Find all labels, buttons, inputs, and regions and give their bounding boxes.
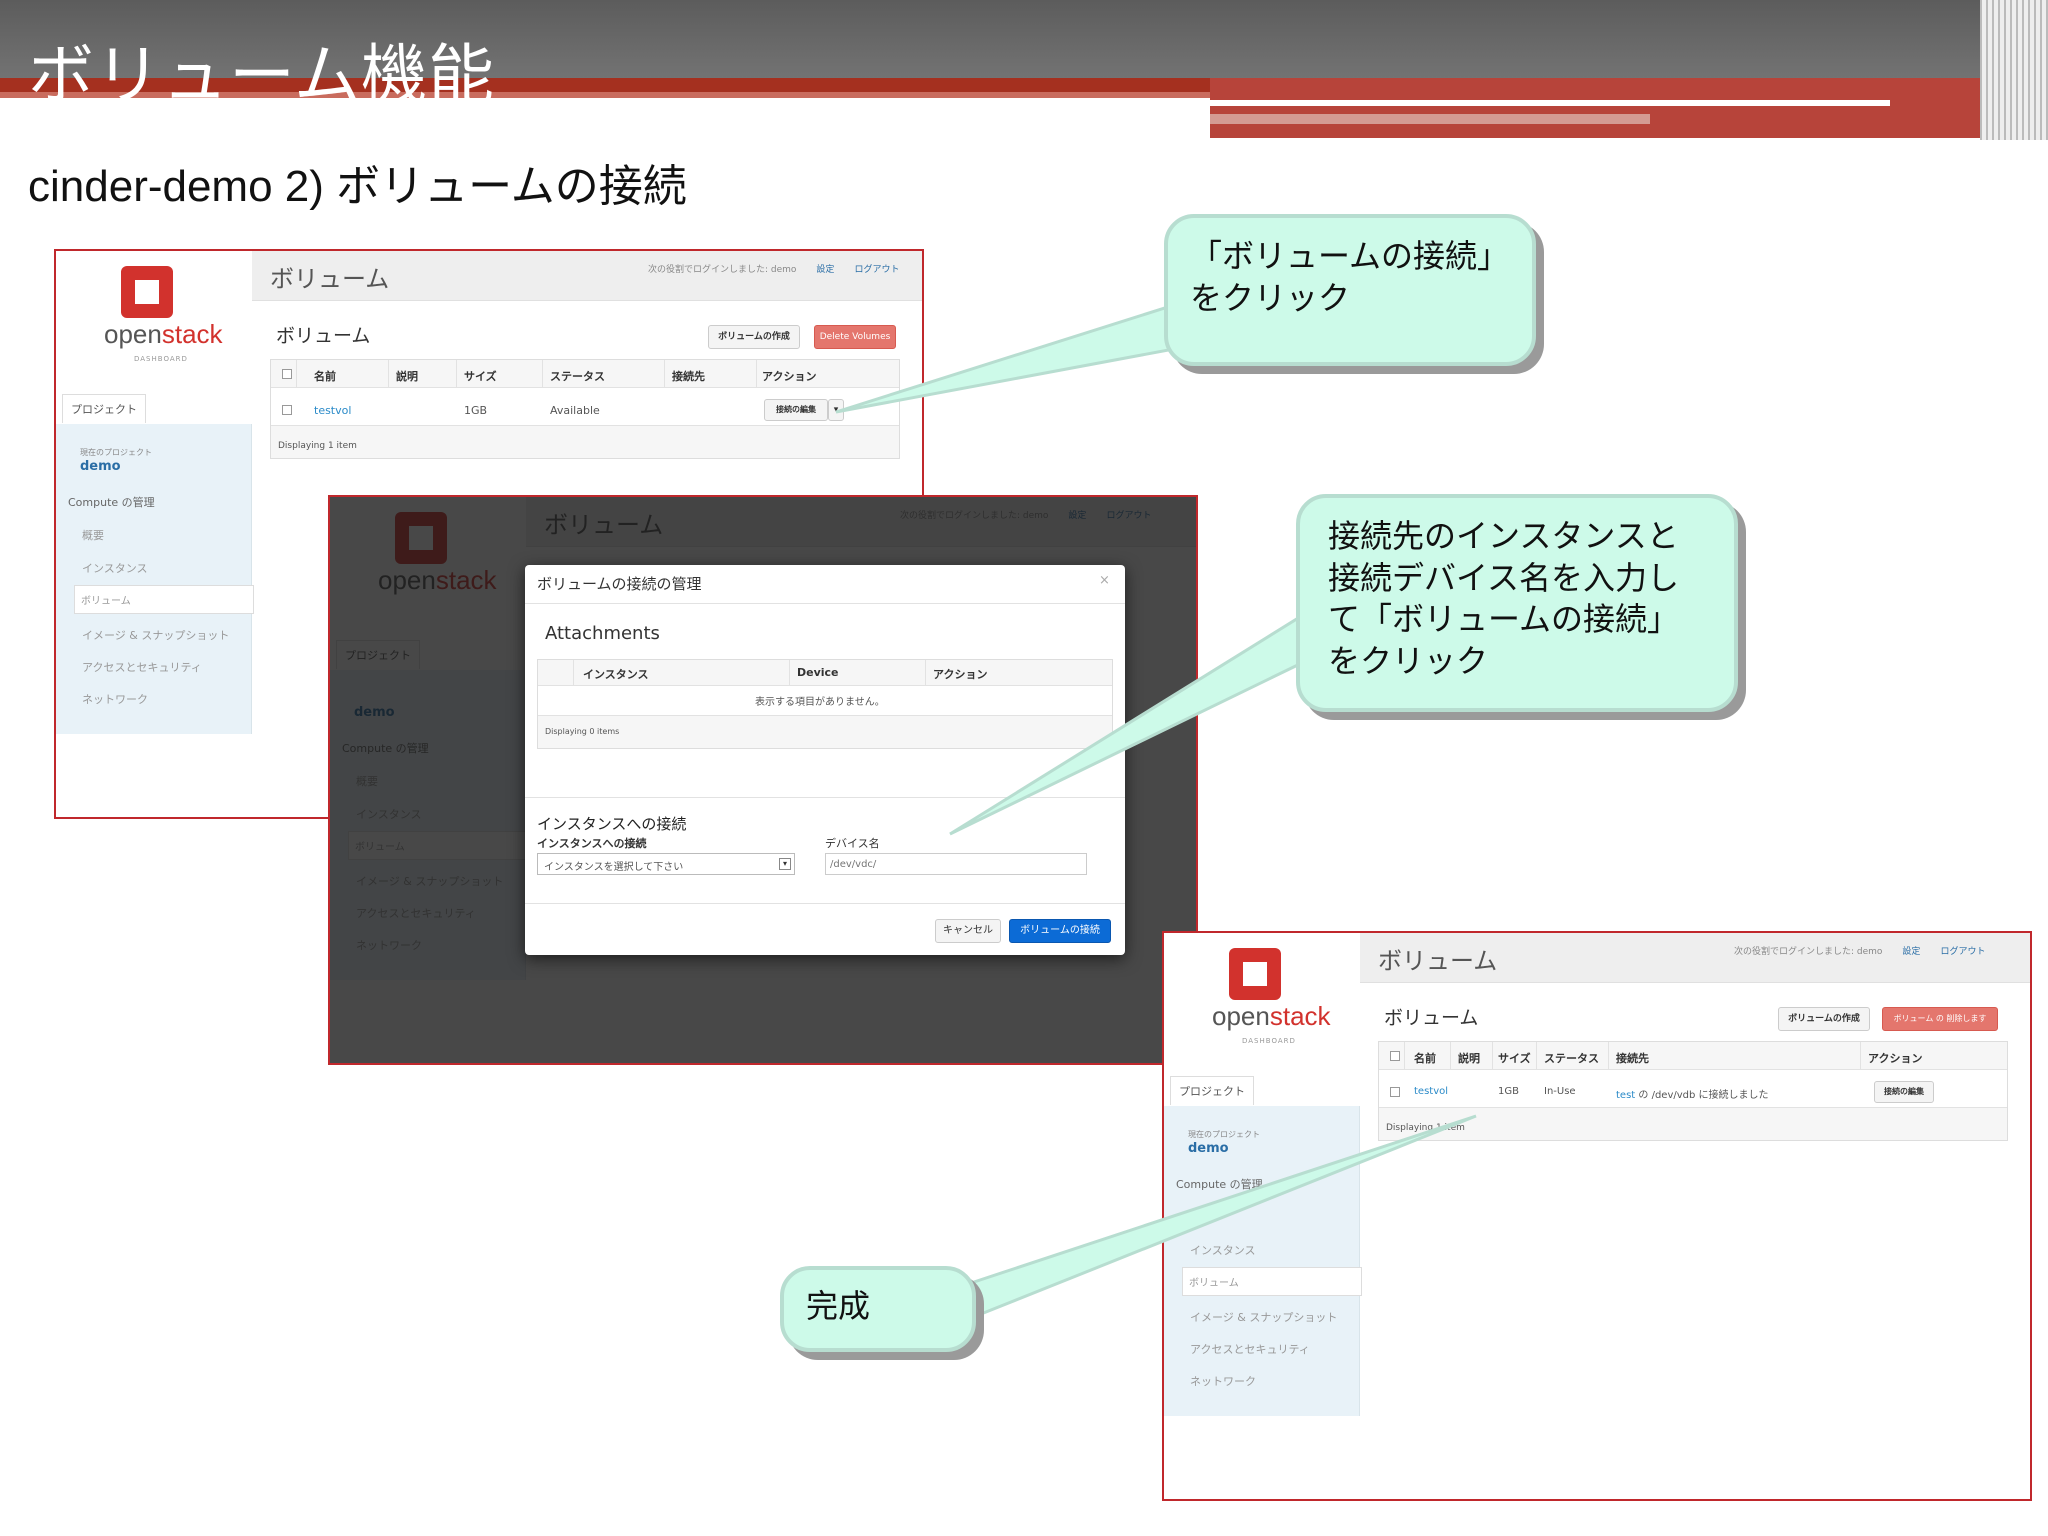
callout-click-attach: 「ボリュームの接続」をクリック: [1164, 214, 1536, 366]
callout-1-text: 「ボリュームの接続」をクリック: [1190, 237, 1510, 317]
callout-3-text: 完成: [806, 1287, 871, 1325]
callout-tails: [835, 297, 1477, 1319]
callout-enter-instance-device: 接続先のインスタンスと接続デバイス名を入力して「ボリュームの接続」をクリック: [1296, 494, 1738, 712]
callout-tail-1: [835, 297, 1192, 414]
callout-tail-2: [949, 609, 1310, 836]
callout-complete: 完成: [780, 1266, 976, 1352]
callout-tail-3: [972, 1114, 1477, 1319]
callout-2-text: 接続先のインスタンスと接続デバイス名を入力して「ボリュームの接続」をクリック: [1328, 517, 1680, 680]
